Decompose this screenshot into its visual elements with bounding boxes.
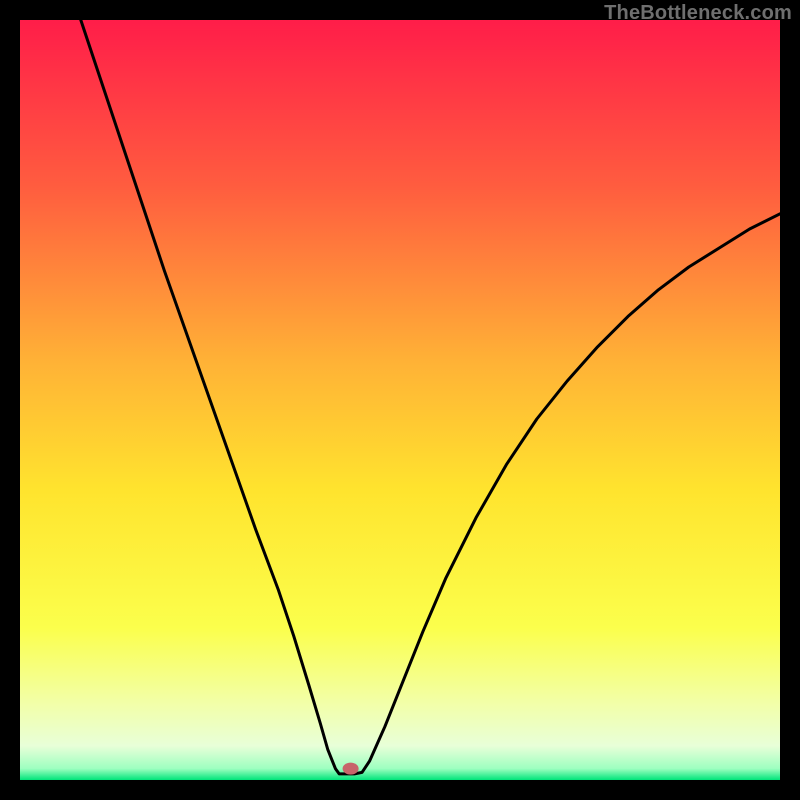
plot-background [20,20,780,780]
optimal-point-marker [343,763,359,775]
chart-plot [20,20,780,780]
chart-frame: TheBottleneck.com [0,0,800,800]
